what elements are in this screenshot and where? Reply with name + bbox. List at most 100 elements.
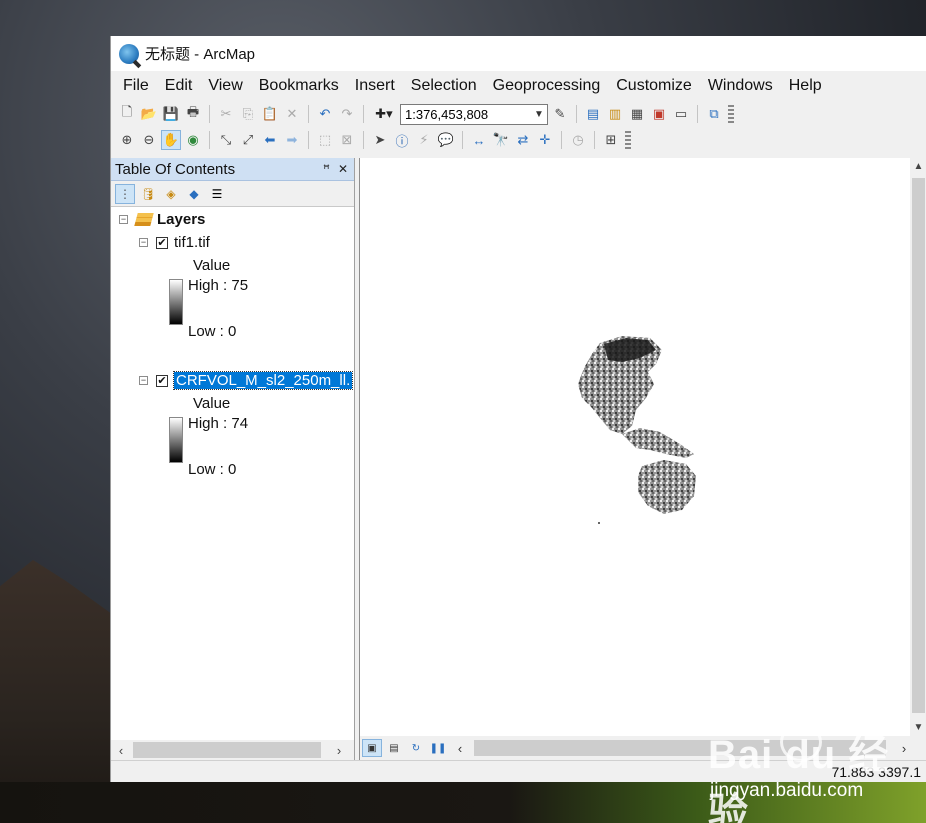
toc-tree: − Layers − ✔ tif1.tif Value High : 75 Lo…	[111, 207, 354, 735]
list-by-visibility-icon[interactable]: ◈	[161, 184, 181, 204]
save-icon[interactable]: 💾	[161, 104, 181, 124]
zoom-in-icon[interactable]: ⊕	[117, 130, 137, 150]
legend-high-label: High : 74	[188, 415, 249, 432]
layer-visibility-checkbox[interactable]: ✔	[156, 374, 168, 387]
paste-icon[interactable]: 📋	[260, 104, 280, 124]
watermark-brand: Bai du 经验	[708, 733, 890, 823]
pin-icon[interactable]: ꟸ	[323, 162, 330, 176]
legend-field-label: Value	[193, 257, 231, 274]
toolbar-separator	[462, 131, 463, 149]
hyperlink-icon[interactable]: ⚡	[414, 130, 434, 150]
find-route-icon[interactable]: ⇄	[513, 130, 533, 150]
copy-icon[interactable]: ⎘	[238, 104, 258, 124]
list-by-selection-icon[interactable]: ◆	[184, 184, 204, 204]
fixed-zoom-out-icon[interactable]: ⤢	[238, 130, 258, 150]
menu-help[interactable]: Help	[781, 77, 830, 95]
create-viewer-window-icon[interactable]: ⊞	[601, 130, 621, 150]
table-of-contents-window-icon[interactable]: ▤	[583, 104, 603, 124]
toolbar-separator	[308, 105, 309, 123]
collapse-icon[interactable]: −	[139, 238, 148, 247]
map-vertical-scrollbar[interactable]: ▲ ▼	[910, 158, 926, 736]
menu-bookmarks[interactable]: Bookmarks	[251, 77, 347, 95]
redo-icon[interactable]: ↷	[337, 104, 357, 124]
cut-icon[interactable]: ✂	[216, 104, 236, 124]
time-slider-icon[interactable]: ◷	[568, 130, 588, 150]
map-display[interactable]: ▲ ▼ ▣ ▤ ↻ ❚❚ ‹ ›	[359, 158, 926, 760]
editor-toolbar-icon[interactable]: ✎	[550, 104, 570, 124]
go-to-xy-icon[interactable]: ✛	[535, 130, 555, 150]
refresh-icon[interactable]: ↻	[406, 739, 426, 757]
scrollbar-thumb[interactable]	[133, 742, 321, 758]
layers-root-label: Layers	[157, 211, 206, 228]
scroll-left-icon[interactable]: ‹	[450, 739, 470, 757]
modelbuilder-icon[interactable]: ⧉	[704, 104, 724, 124]
layer-row-crfvol[interactable]: − ✔ CRFVOL_M_sl2_250m_ll.	[139, 371, 354, 390]
stretched-color-ramp[interactable]	[169, 279, 183, 325]
layer-name[interactable]: tif1.tif	[174, 234, 210, 251]
search-window-icon[interactable]: ▦	[627, 104, 647, 124]
layer-name-selected[interactable]: CRFVOL_M_sl2_250m_ll.	[172, 371, 354, 390]
map-canvas[interactable]	[360, 158, 900, 718]
scroll-left-icon[interactable]: ‹	[111, 743, 131, 758]
menu-file[interactable]: File	[115, 77, 157, 95]
menu-view[interactable]: View	[200, 77, 250, 95]
collapse-icon[interactable]: −	[119, 215, 128, 224]
map-scale-value: 1:376,453,808	[405, 106, 489, 122]
arctoolbox-icon[interactable]: ▣	[649, 104, 669, 124]
open-folder-icon[interactable]: 📂	[139, 104, 159, 124]
menu-windows[interactable]: Windows	[700, 77, 781, 95]
menu-customize[interactable]: Customize	[608, 77, 700, 95]
scroll-right-icon[interactable]: ›	[329, 743, 349, 758]
layers-root-row[interactable]: − Layers	[119, 211, 205, 228]
forward-extent-icon[interactable]: ➡	[282, 130, 302, 150]
options-icon[interactable]: ☰	[207, 184, 227, 204]
html-popup-icon[interactable]: 💬	[436, 130, 456, 150]
add-data-icon[interactable]: ✚▾	[370, 104, 398, 124]
window-title: 无标题 - ArcMap	[145, 46, 256, 63]
select-elements-icon[interactable]: ➤	[370, 130, 390, 150]
measure-icon[interactable]: ↔	[469, 130, 489, 150]
list-by-drawing-order-icon[interactable]: ⋮	[115, 183, 135, 204]
menu-edit[interactable]: Edit	[157, 77, 201, 95]
undo-icon[interactable]: ↶	[315, 104, 335, 124]
select-features-icon[interactable]: ⬚	[315, 130, 335, 150]
new-document-icon[interactable]: 🗋	[117, 104, 137, 124]
back-extent-icon[interactable]: ⬅	[260, 130, 280, 150]
python-window-icon[interactable]: ▭	[671, 104, 691, 124]
chevron-down-icon[interactable]: ▼	[531, 109, 547, 120]
pause-drawing-icon[interactable]: ❚❚	[428, 739, 448, 757]
scroll-up-icon[interactable]: ▲	[910, 158, 926, 175]
menu-selection[interactable]: Selection	[403, 77, 485, 95]
pan-icon[interactable]: ✋	[161, 130, 181, 150]
scrollbar-thumb[interactable]	[912, 178, 925, 713]
full-extent-icon[interactable]: ◉	[183, 130, 203, 150]
toc-horizontal-scrollbar[interactable]: ‹ ›	[111, 740, 354, 760]
list-by-source-icon[interactable]: 🛢	[138, 184, 158, 204]
layout-view-icon[interactable]: ▤	[384, 739, 404, 757]
delete-icon[interactable]: ✕	[282, 104, 302, 124]
clear-selection-icon[interactable]: ⊠	[337, 130, 357, 150]
toolbar-separator	[209, 131, 210, 149]
raster-maritime-region	[622, 428, 694, 458]
layer-row-tif1[interactable]: − ✔ tif1.tif	[139, 234, 210, 251]
zoom-out-icon[interactable]: ⊖	[139, 130, 159, 150]
toolbar-separator	[209, 105, 210, 123]
watermark-site: jingyan.baidu.com	[710, 780, 864, 801]
toolbar-grip[interactable]	[728, 105, 734, 123]
data-view-icon[interactable]: ▣	[362, 739, 382, 757]
menu-insert[interactable]: Insert	[347, 77, 403, 95]
identify-icon[interactable]: ⓘ	[392, 130, 412, 150]
menu-geoprocessing[interactable]: Geoprocessing	[485, 77, 609, 95]
toolbar-separator	[363, 131, 364, 149]
toolbar-grip[interactable]	[625, 131, 631, 149]
find-icon[interactable]: 🔭	[491, 130, 511, 150]
print-icon[interactable]: 🖶	[183, 104, 203, 124]
stretched-color-ramp[interactable]	[169, 417, 183, 463]
toolbar-separator	[308, 131, 309, 149]
fixed-zoom-in-icon[interactable]: ⤡	[216, 130, 236, 150]
map-scale-combobox[interactable]: 1:376,453,808 ▼	[400, 103, 548, 125]
layer-visibility-checkbox[interactable]: ✔	[156, 236, 168, 249]
catalog-window-icon[interactable]: ▥	[605, 104, 625, 124]
collapse-icon[interactable]: −	[139, 376, 148, 385]
close-icon[interactable]: ✕	[338, 162, 348, 176]
